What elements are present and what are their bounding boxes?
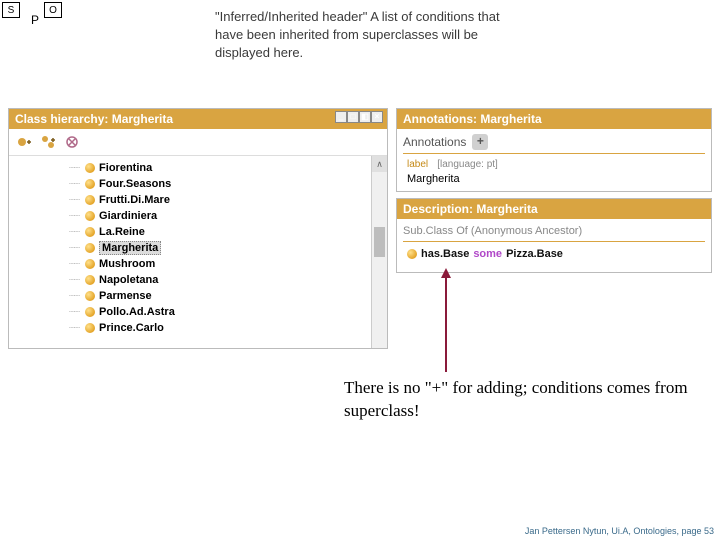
tree-item[interactable]: ┈┈ La.Reine — [69, 224, 369, 240]
subclass-of-ancestor-section: Sub.Class Of (Anonymous Ancestor) — [403, 221, 705, 242]
delete-class-icon[interactable] — [63, 133, 81, 151]
class-icon — [85, 291, 95, 301]
tree-connector: ┈┈ — [69, 307, 79, 318]
annotation-key: label — [407, 159, 428, 170]
annotations-subhead: Annotations + — [403, 131, 705, 154]
tree-item-label: Giardiniera — [99, 210, 157, 222]
tree-connector: ┈┈ — [69, 195, 79, 206]
callout-text: There is no "+" for adding; conditions c… — [344, 377, 704, 423]
tree-item-label: La.Reine — [99, 226, 145, 238]
annotation-row[interactable]: label [language: pt] Margherita — [403, 154, 705, 185]
tree-connector: ┈┈ — [69, 291, 79, 302]
class-hierarchy-toolbar — [9, 129, 387, 156]
tree-connector: ┈┈ — [69, 323, 79, 334]
tree-connector: ┈┈ — [69, 243, 79, 254]
tree-connector: ┈┈ — [69, 227, 79, 238]
tree-connector: ┈┈ — [69, 163, 79, 174]
annotation-lang: [language: pt] — [437, 159, 498, 170]
tree-connector: ┈┈ — [69, 179, 79, 190]
scroll-up-icon[interactable]: ∧ — [372, 156, 387, 172]
mark-p: P — [26, 12, 44, 28]
description-panel: Description: Margherita Sub.Class Of (An… — [396, 198, 712, 273]
class-icon — [85, 275, 95, 285]
mark-s: S — [2, 2, 20, 18]
tree-item[interactable]: ┈┈ Margherita — [69, 240, 369, 256]
annotations-header: Annotations: Margherita — [397, 109, 711, 129]
explanatory-note: "Inferred/Inherited header" A list of co… — [215, 8, 505, 63]
annotations-title: Annotations: Margherita — [403, 112, 542, 126]
class-icon — [85, 179, 95, 189]
class-icon — [85, 259, 95, 269]
tree-item-label: Mushroom — [99, 258, 155, 270]
axiom-class: Pizza.Base — [506, 248, 563, 260]
tree-item[interactable]: ┈┈ Fiorentina — [69, 160, 369, 176]
tree-item-label: Pollo.Ad.Astra — [99, 306, 175, 318]
annotation-value: Margherita — [407, 173, 703, 185]
inherited-axiom[interactable]: has.Base some Pizza.Base — [403, 242, 705, 262]
class-hierarchy-panel: Class hierarchy: Margherita ‗ □ ◧ × ┈┈ Fi… — [8, 108, 388, 349]
tree-item[interactable]: ┈┈ Pollo.Ad.Astra — [69, 304, 369, 320]
panel-pin-icon[interactable]: ◧ — [359, 111, 371, 123]
panel-close-icon[interactable]: × — [371, 111, 383, 123]
class-hierarchy-header: Class hierarchy: Margherita ‗ □ ◧ × — [9, 109, 387, 129]
tree-item[interactable]: ┈┈ Parmense — [69, 288, 369, 304]
class-icon — [85, 227, 95, 237]
tree-item[interactable]: ┈┈ Frutti.Di.Mare — [69, 192, 369, 208]
class-icon — [407, 249, 417, 259]
scroll-thumb[interactable] — [374, 227, 385, 257]
class-icon — [85, 211, 95, 221]
tree-item[interactable]: ┈┈ Four.Seasons — [69, 176, 369, 192]
tree-connector: ┈┈ — [69, 259, 79, 270]
class-hierarchy-title: Class hierarchy: Margherita — [15, 112, 173, 126]
tree-item[interactable]: ┈┈ Mushroom — [69, 256, 369, 272]
tree-connector: ┈┈ — [69, 275, 79, 286]
tree-item-label: Prince.Carlo — [99, 322, 164, 334]
class-icon — [85, 195, 95, 205]
panel-min-icon[interactable]: ‗ — [335, 111, 347, 123]
class-icon — [85, 243, 95, 253]
tree-item[interactable]: ┈┈ Giardiniera — [69, 208, 369, 224]
tree-connector: ┈┈ — [69, 211, 79, 222]
tree-item-label: Parmense — [99, 290, 152, 302]
tree-item-label: Four.Seasons — [99, 178, 171, 190]
mark-o: O — [44, 2, 62, 18]
description-header: Description: Margherita — [397, 199, 711, 219]
class-icon — [85, 307, 95, 317]
tree-item-label: Frutti.Di.Mare — [99, 194, 170, 206]
class-icon — [85, 163, 95, 173]
add-sibling-class-icon[interactable] — [15, 133, 33, 151]
description-title: Description: Margherita — [403, 202, 538, 216]
tree-item-label: Margherita — [99, 241, 161, 255]
annotations-subhead-label: Annotations — [403, 135, 466, 149]
add-subclass-icon[interactable] — [39, 133, 57, 151]
tree-item[interactable]: ┈┈ Napoletana — [69, 272, 369, 288]
callout-arrow-icon — [445, 276, 447, 372]
tree-item-label: Fiorentina — [99, 162, 152, 174]
scrollbar[interactable]: ∧ — [371, 156, 387, 348]
panel-max-icon[interactable]: □ — [347, 111, 359, 123]
axiom-keyword: some — [473, 248, 502, 260]
tree-item-label: Napoletana — [99, 274, 158, 286]
tree-item[interactable]: ┈┈ Prince.Carlo — [69, 320, 369, 336]
add-annotation-button[interactable]: + — [472, 134, 488, 150]
axiom-property: has.Base — [421, 248, 469, 260]
class-tree[interactable]: ┈┈ Fiorentina ┈┈ Four.Seasons ┈┈ Frutti.Di.Ma… — [9, 156, 371, 348]
class-icon — [85, 323, 95, 333]
protege-editor: Class hierarchy: Margherita ‗ □ ◧ × ┈┈ Fi… — [8, 108, 712, 349]
annotations-panel: Annotations: Margherita Annotations + la… — [396, 108, 712, 192]
scroll-track[interactable] — [372, 172, 387, 348]
slide-footer: Jan Pettersen Nytun, Ui.A, Ontologies, p… — [525, 526, 714, 536]
